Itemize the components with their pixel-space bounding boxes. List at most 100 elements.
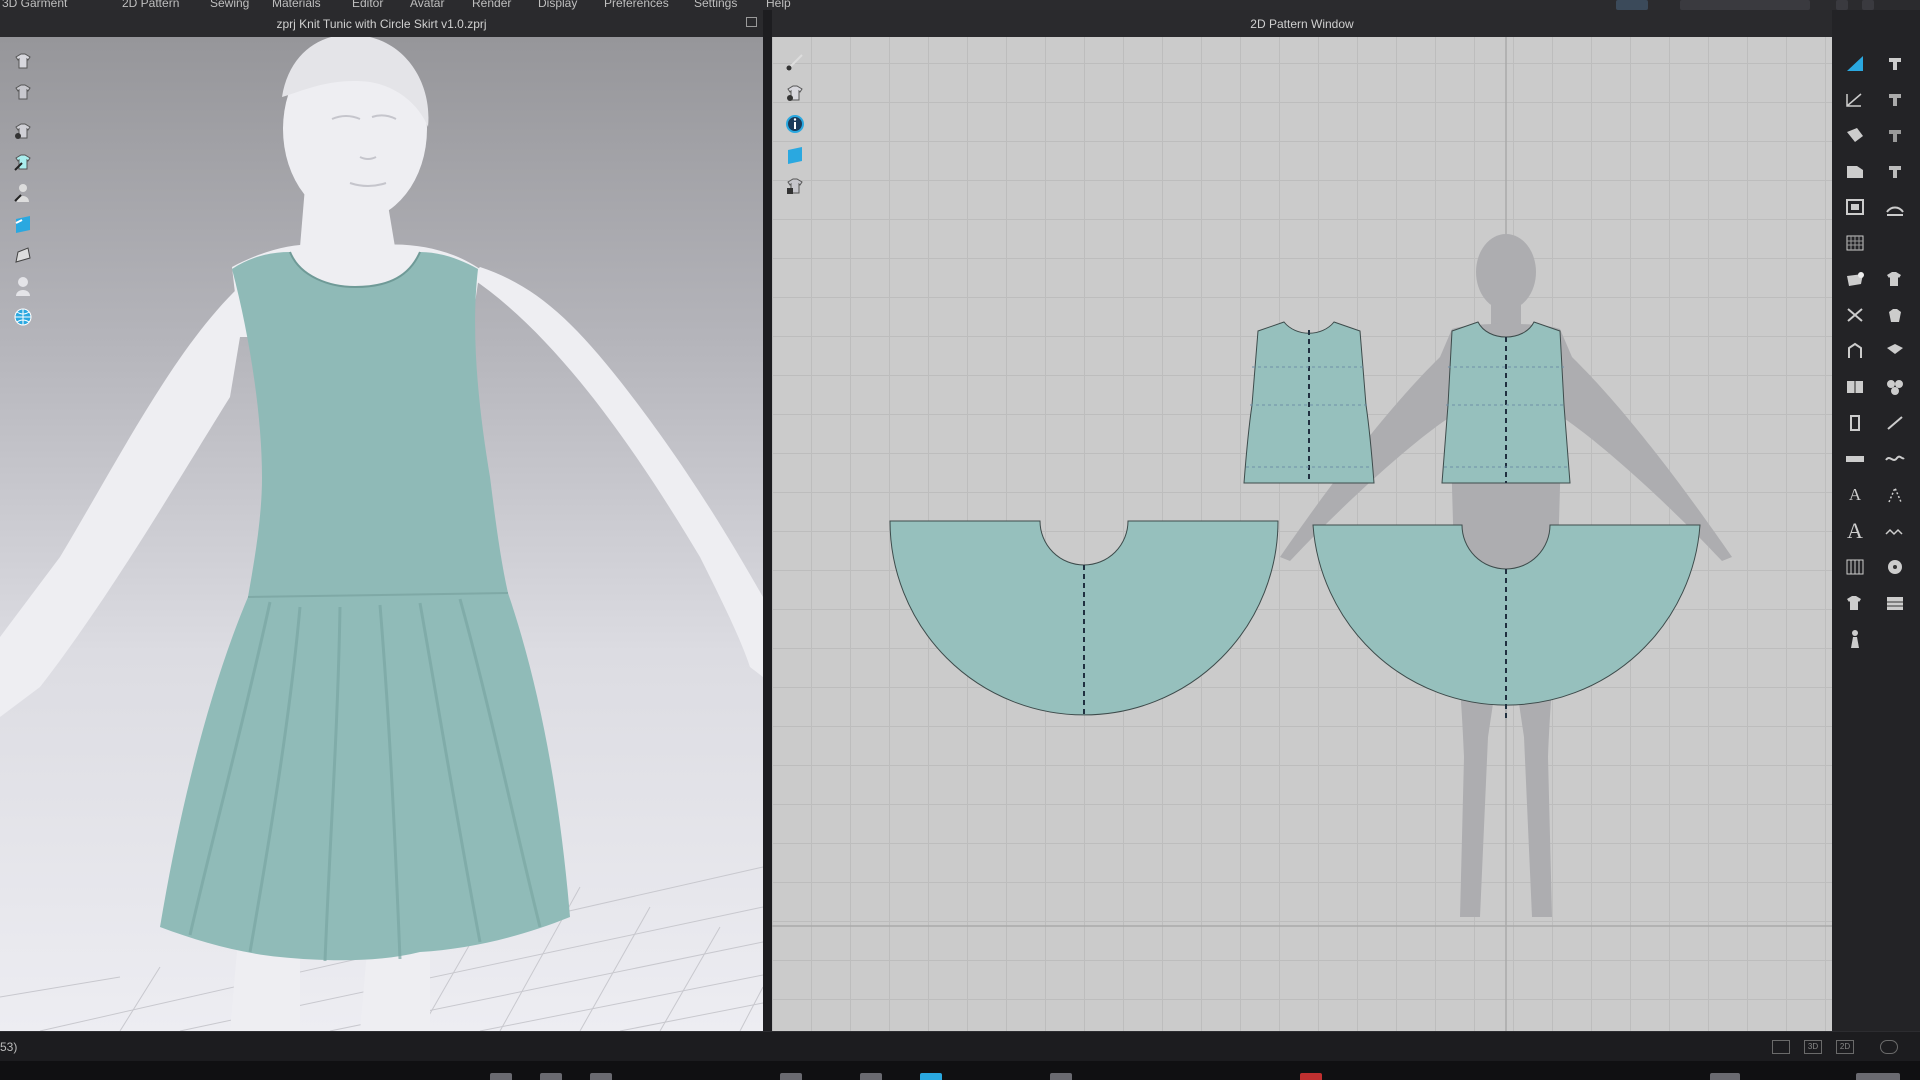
shirt-move-icon (15, 84, 31, 99)
texture-tool[interactable] (782, 142, 808, 167)
edit-curve-icon (1846, 92, 1862, 107)
pin-tool[interactable] (10, 149, 36, 174)
button-tool[interactable] (1880, 554, 1910, 579)
menu-bar: 3D Garment 2D Pattern Sewing Materials E… (0, 0, 1920, 10)
2d-viewport[interactable] (772, 37, 1832, 1031)
refresh-button[interactable] (1880, 1040, 1898, 1054)
grading-tool[interactable] (1840, 554, 1870, 579)
taskbar-clock (1856, 1073, 1900, 1080)
tuck-icon (1887, 343, 1903, 354)
popout-icon[interactable] (746, 17, 757, 27)
offset-tool[interactable] (1840, 338, 1870, 363)
workspace-switch[interactable] (1616, 0, 1648, 10)
puckering-icon (1887, 596, 1903, 610)
menu-editor[interactable]: Editor (352, 0, 383, 10)
transform-pattern-tool[interactable] (782, 80, 808, 105)
steam-tool[interactable] (10, 242, 36, 267)
trim-tool[interactable] (1840, 626, 1870, 651)
tack-tool[interactable] (10, 118, 36, 143)
edit-sewing-tool[interactable] (1880, 158, 1910, 183)
pattern-bodice-back[interactable] (1441, 321, 1571, 484)
zipper-tool[interactable] (1840, 590, 1870, 615)
avatar-pin-tool[interactable] (10, 180, 36, 205)
pattern-bodice-front[interactable] (1243, 321, 1375, 484)
iron-icon (15, 246, 31, 263)
info-icon (786, 114, 804, 133)
pleat-tool[interactable] (1840, 374, 1870, 399)
menu-avatar[interactable]: Avatar (410, 0, 444, 10)
free-sewing-tool[interactable] (1880, 86, 1910, 111)
ellipse-tool[interactable] (1840, 158, 1870, 183)
polygon-tool[interactable] (1840, 50, 1870, 75)
view-3d-button[interactable]: 3D (1804, 1040, 1822, 1054)
segment-sewing-tool[interactable] (1880, 50, 1910, 75)
puckering-tool[interactable] (1880, 590, 1910, 615)
edit-pattern-tool[interactable] (782, 49, 808, 74)
view-split-button[interactable] (1772, 1040, 1790, 1054)
dart-tool[interactable] (1840, 230, 1870, 255)
menu-materials[interactable]: Materials (272, 0, 321, 10)
info-tool[interactable] (782, 111, 808, 136)
shirt-tack-icon (15, 123, 31, 139)
edit-sewing-icon (1889, 165, 1901, 178)
annotation-tool[interactable]: A (1840, 482, 1870, 507)
taskbar-app-8[interactable] (1300, 1073, 1322, 1080)
status-bar: 53) 3D 2D (0, 1031, 1920, 1061)
fold-tool[interactable] (1880, 266, 1910, 291)
taskbar-app-4[interactable] (780, 1073, 802, 1080)
cut-tool[interactable] (1840, 302, 1870, 327)
menu-sewing[interactable]: Sewing (210, 0, 249, 10)
pane-divider[interactable] (763, 10, 772, 1031)
taskbar-app-6[interactable] (920, 1073, 942, 1080)
pattern-shirt-icon (787, 85, 803, 101)
taskbar-app-2[interactable] (540, 1073, 562, 1080)
menu-help[interactable]: Help (766, 0, 791, 10)
text-tool[interactable]: A (1840, 518, 1870, 543)
maximize-button[interactable] (1862, 0, 1874, 10)
edit-point-tool[interactable] (1840, 122, 1870, 147)
multi-sewing-tool[interactable] (1880, 122, 1910, 147)
tuck-tool[interactable] (1880, 338, 1910, 363)
shirt-select-icon (15, 53, 31, 68)
view-2d-button[interactable]: 2D (1836, 1040, 1854, 1054)
line-tool[interactable] (1880, 410, 1910, 435)
topstitch-tool[interactable] (1880, 518, 1910, 543)
ellipse-icon (1847, 165, 1863, 178)
menu-settings[interactable]: Settings (694, 0, 737, 10)
seamline-tool[interactable] (1880, 482, 1910, 507)
search-box[interactable] (1680, 0, 1810, 10)
minimize-button[interactable] (1836, 0, 1848, 10)
curve-tool[interactable] (1880, 446, 1910, 471)
ruler-tool[interactable] (1840, 446, 1870, 471)
pattern-skirt-front[interactable] (889, 520, 1279, 716)
internal-polygon-icon (1846, 198, 1864, 215)
3d-viewport[interactable] (0, 37, 763, 1031)
taskbar-app-3[interactable] (590, 1073, 612, 1080)
steam-2d-tool[interactable] (1880, 194, 1910, 219)
measure-tool[interactable] (1840, 410, 1870, 435)
pin-2d-tool[interactable] (1880, 302, 1910, 327)
shirring-icon (1887, 379, 1903, 395)
move-tool[interactable] (10, 79, 36, 104)
menu-2d-pattern[interactable]: 2D Pattern (122, 0, 179, 10)
taskbar-app-7[interactable] (1050, 1073, 1072, 1080)
rectangle-tool[interactable] (1840, 86, 1870, 111)
pin-shirt-icon (1889, 308, 1901, 322)
select-mesh-tool[interactable] (10, 48, 36, 73)
internal-polygon-tool[interactable] (1840, 194, 1870, 219)
avatar-tool[interactable] (10, 273, 36, 298)
globe-tool[interactable] (10, 304, 36, 329)
menu-3d-garment[interactable]: 3D Garment (2, 0, 67, 10)
lock-pattern-tool[interactable] (782, 173, 808, 198)
menu-preferences[interactable]: Preferences (604, 0, 669, 10)
topstitch-icon (1885, 528, 1903, 535)
trace-tool[interactable] (1840, 266, 1870, 291)
menu-render[interactable]: Render (472, 0, 511, 10)
taskbar-tray[interactable] (1710, 1073, 1740, 1080)
menu-display[interactable]: Display (538, 0, 577, 10)
fabric-tool[interactable] (10, 211, 36, 236)
taskbar-app-1[interactable] (490, 1073, 512, 1080)
shirring-tool[interactable] (1880, 374, 1910, 399)
taskbar-app-5[interactable] (860, 1073, 882, 1080)
trace-icon (1847, 271, 1864, 286)
